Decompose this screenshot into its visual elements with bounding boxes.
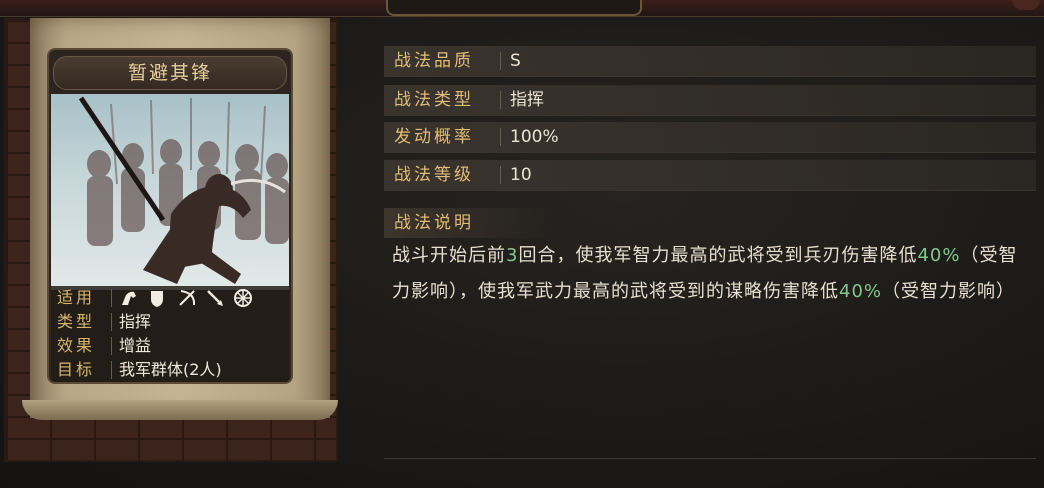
warrior-silhouette-art: [78, 96, 289, 284]
info-row-target: 目标 我军群体(2人): [51, 358, 289, 382]
stat-key-quality: 战法品质: [394, 51, 474, 71]
bottom-divider: [384, 458, 1036, 459]
desc-part: （受智力影响）: [882, 281, 1016, 302]
desc-highlight-rounds: 3: [506, 245, 519, 266]
info-value-type: 指挥: [119, 312, 152, 331]
spear-icon: [205, 288, 225, 308]
stat-row-level: 战法等级 10: [384, 160, 1036, 191]
stat-row-type: 战法类型 指挥: [384, 85, 1036, 116]
divider: [500, 128, 501, 146]
info-value-target: 我军群体(2人): [119, 360, 222, 379]
info-key-applicable: 适用: [57, 288, 96, 307]
info-key-type: 类型: [57, 312, 96, 331]
divider: [111, 313, 112, 331]
stat-value-trigger-rate: 100%: [510, 127, 559, 147]
skill-card-info: 适用 类型 指挥 效果 增益 目标 我军群体(2人): [51, 286, 289, 382]
desc-part: 战斗开始后前: [392, 245, 506, 266]
stat-value-level: 10: [510, 165, 532, 185]
stat-row-quality: 战法品质 S: [384, 46, 1036, 77]
description-text: 战斗开始后前3回合，使我军智力最高的武将受到兵刃伤害降低40%（受智力影响），使…: [392, 238, 1032, 310]
desc-highlight-percent: 40%: [917, 245, 961, 266]
info-row-applicable: 适用: [51, 286, 289, 310]
desc-highlight-percent: 40%: [839, 281, 883, 302]
stat-value-type: 指挥: [510, 90, 544, 110]
top-tab-ornament: [386, 0, 642, 16]
info-value-effect: 增益: [119, 336, 152, 355]
description-title: 战法说明: [384, 208, 554, 238]
desc-part: 回合，使我军智力最高的武将受到兵刃伤害降低: [518, 245, 918, 266]
stat-value-quality: S: [510, 51, 521, 71]
stat-key-trigger-rate: 发动概率: [394, 127, 474, 147]
stat-key-type: 战法类型: [394, 90, 474, 110]
skill-detail-screen: 暂避其锋 适用 类型 指挥 效果 增益 目标 我军群体(2人) 战法品质 S 战…: [0, 0, 1044, 488]
skill-name: 暂避其锋: [127, 62, 212, 84]
info-key-effect: 效果: [57, 336, 96, 355]
divider: [500, 91, 501, 109]
divider: [111, 361, 112, 379]
info-row-type: 类型 指挥: [51, 310, 289, 334]
divider: [500, 166, 501, 184]
info-row-effect: 效果 增益: [51, 334, 289, 358]
cavalry-icon: [119, 288, 139, 308]
divider: [500, 52, 501, 70]
stat-key-level: 战法等级: [394, 165, 474, 185]
stat-row-trigger-rate: 发动概率 100%: [384, 122, 1036, 153]
skill-card[interactable]: 暂避其锋 适用 类型 指挥 效果 增益 目标 我军群体(2人): [47, 48, 293, 384]
bow-icon: [177, 288, 197, 308]
divider: [111, 289, 112, 307]
parchment-scroll-end: [22, 400, 338, 420]
shield-icon: [147, 288, 167, 308]
card-title-bar: 暂避其锋: [53, 56, 287, 90]
skill-illustration: [51, 94, 289, 290]
info-key-target: 目标: [57, 360, 96, 379]
wheel-icon: [233, 288, 253, 308]
divider: [111, 337, 112, 355]
